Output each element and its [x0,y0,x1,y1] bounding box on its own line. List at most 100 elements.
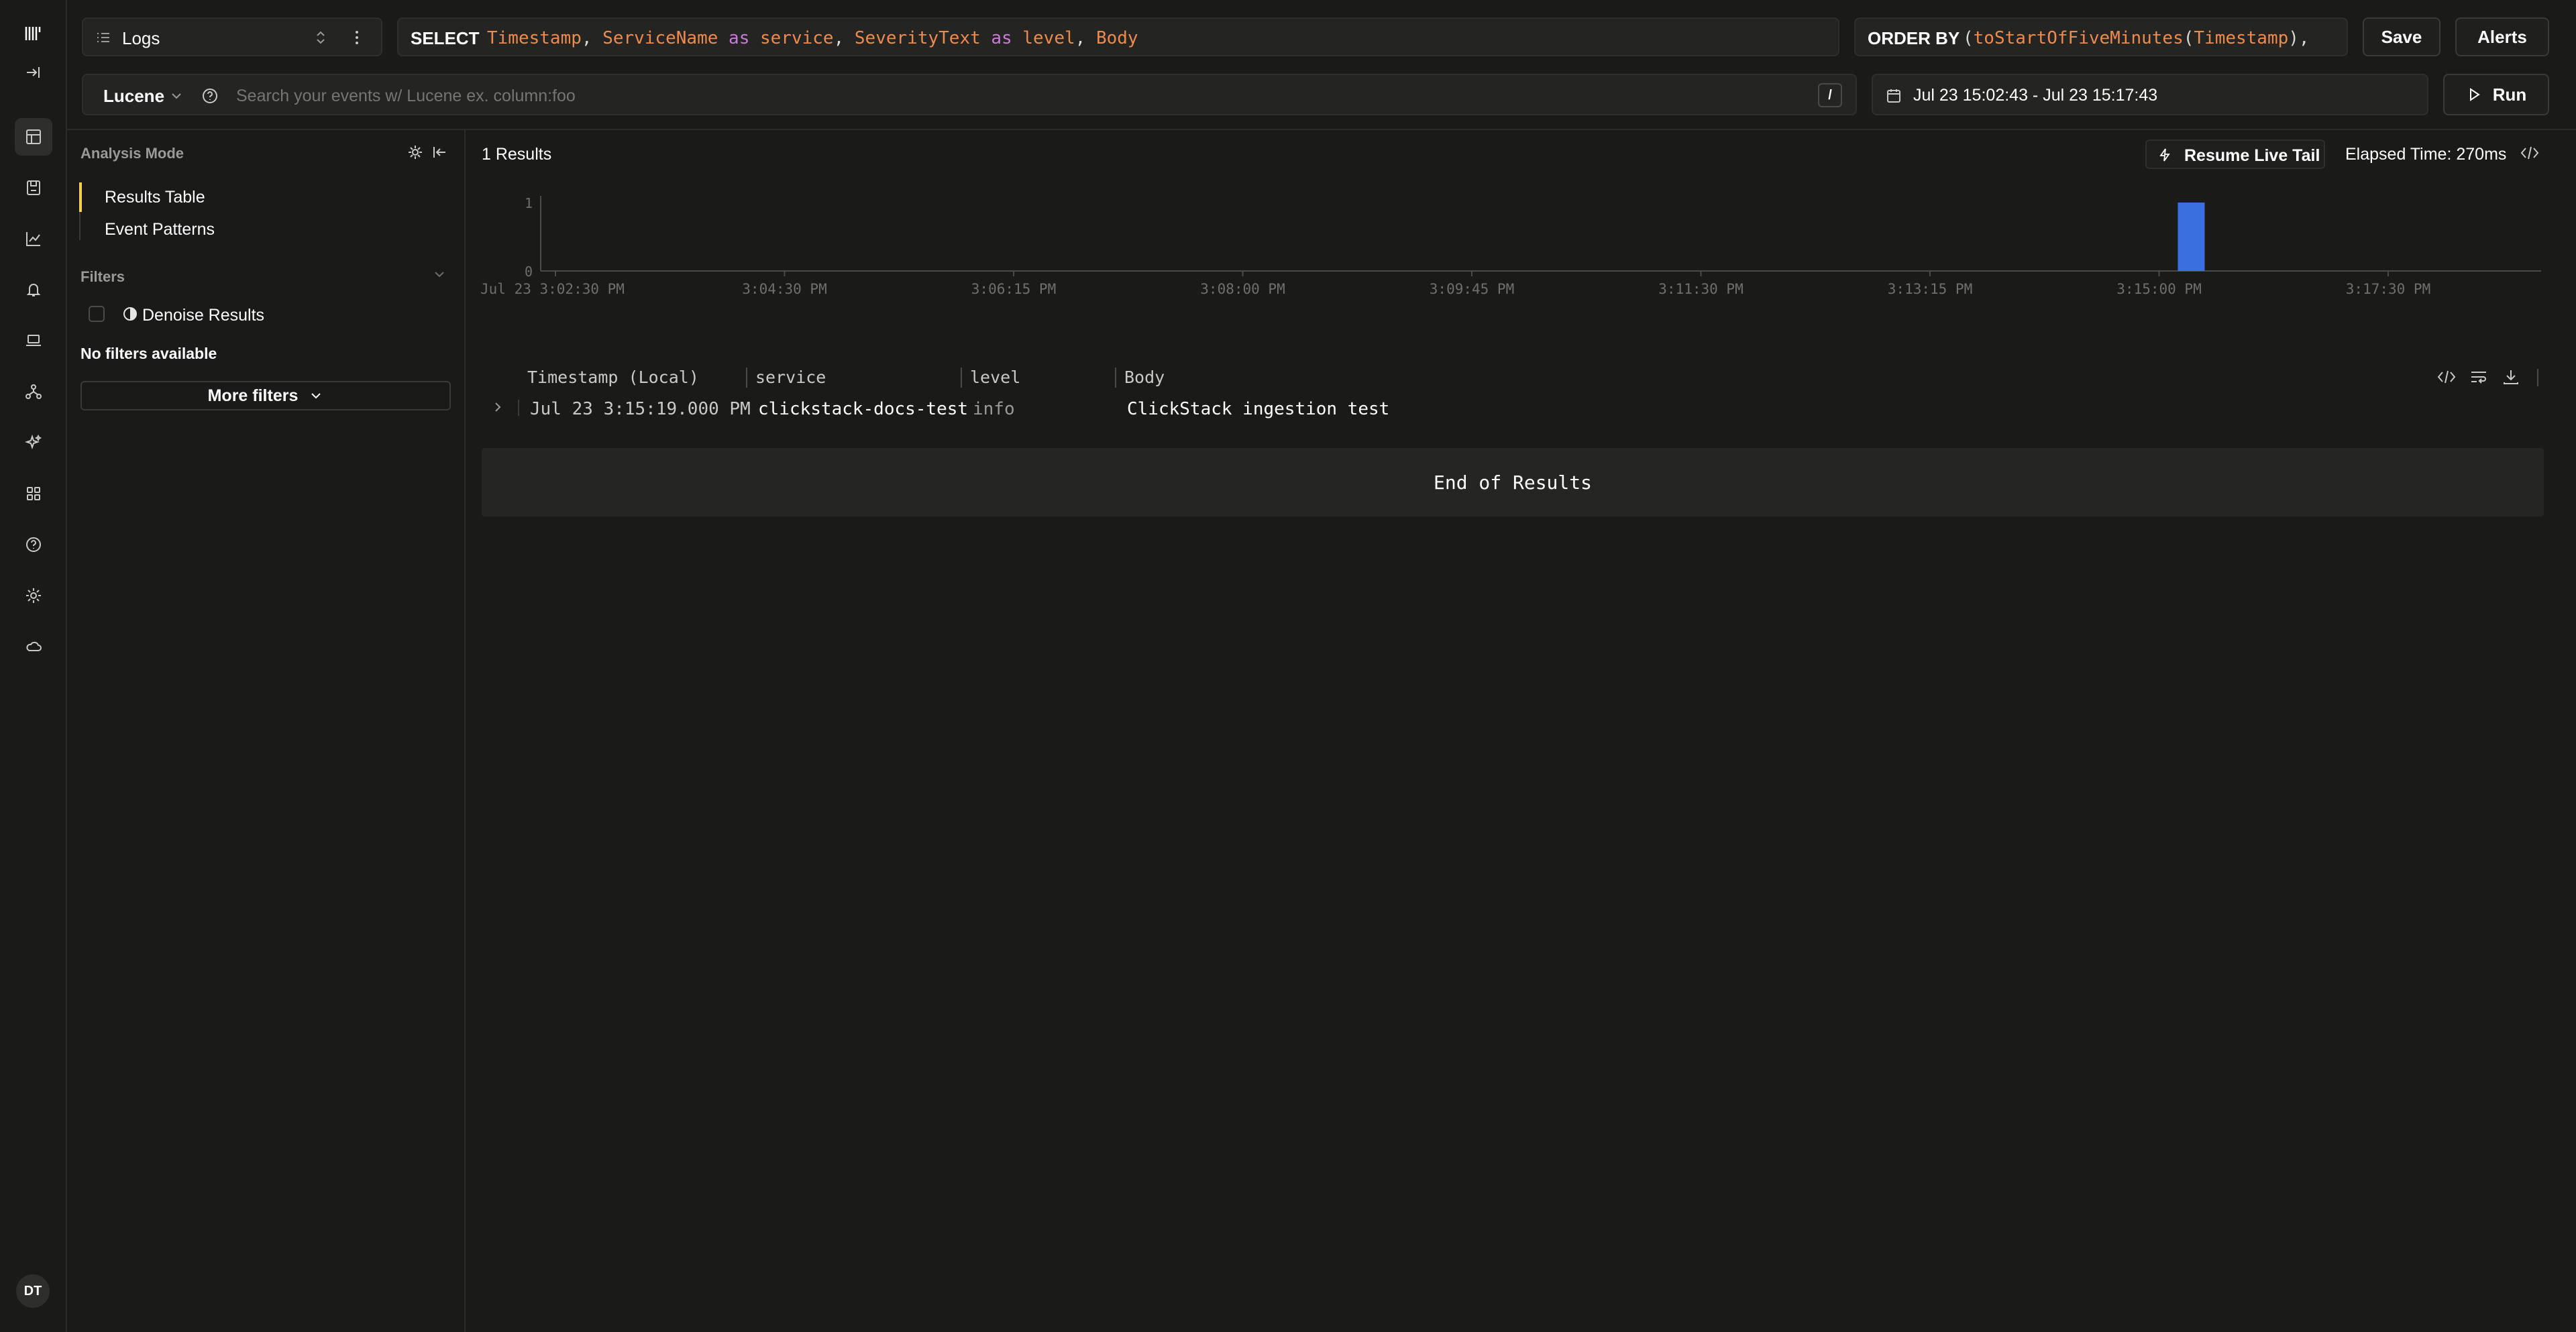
select-token: service [760,28,834,48]
y-tick-label: 1 [525,195,533,211]
source-selector[interactable]: Logs [82,17,382,56]
histogram-bar [2178,203,2205,271]
cell-timestamp: Jul 23 3:15:19.000 PM [530,399,751,419]
save-button[interactable]: Save [2363,17,2440,56]
nav-search-icon[interactable] [15,118,52,156]
nav-client-sessions-icon[interactable] [15,322,52,359]
end-of-results: End of Results [482,448,2544,516]
search-shortcut-badge: / [1818,83,1842,107]
contrast-icon [123,307,137,321]
search-input[interactable] [235,82,1801,110]
select-editor[interactable]: SELECT Timestamp, ServiceName as service… [397,17,1839,56]
sidebar: Analysis Mode Results Table Event Patter… [67,130,466,1332]
nav-saved-searches-icon[interactable] [15,169,52,207]
select-keyword: SELECT [411,28,480,48]
order-by-token: ( [1963,28,1974,48]
elapsed-time: Elapsed Time: 270ms [2345,145,2507,164]
order-by-token: ), [2288,28,2310,48]
cell-level: info [973,399,1015,419]
select-token: SeverityText [854,28,981,48]
clickstack-logo-icon[interactable] [15,15,52,52]
x-tick-label: 3:15:00 PM [2116,281,2201,297]
mode-track [79,212,80,240]
code-icon[interactable] [2436,368,2457,386]
help-circle-icon[interactable] [201,87,219,105]
user-avatar[interactable]: DT [16,1274,50,1308]
mode-event-patterns[interactable]: Event Patterns [105,220,215,239]
time-range-text: Jul 23 15:02:43 - Jul 23 15:17:43 [1913,86,2158,105]
play-icon [2469,88,2480,101]
nav-help-icon[interactable] [15,526,52,563]
no-filters-text: No filters available [80,345,217,362]
nav-dashboards-icon[interactable] [15,475,52,512]
gear-icon[interactable] [407,144,424,161]
order-by-token: Timestamp [2194,28,2289,48]
column-resizer[interactable] [1115,368,1116,388]
code-icon[interactable] [2520,144,2540,162]
resume-live-tail-button[interactable]: Resume Live Tail [2145,140,2325,169]
calendar-icon [1887,89,1900,103]
select-token: ServiceName [602,28,718,48]
filters-chevron-icon[interactable] [432,267,447,282]
x-tick-label: 3:13:15 PM [1888,281,1972,297]
x-tick-label: 3:11:30 PM [1658,281,1743,297]
query-language-select[interactable]: Lucene [103,86,164,107]
run-label: Run [2492,84,2527,105]
column-header-body[interactable]: Body [1124,368,1165,387]
column-resizer[interactable] [2537,369,2538,386]
denoise-checkbox[interactable] [89,306,105,322]
select-token: level [1022,28,1075,48]
select-token: as [980,28,1023,48]
select-token: , [581,28,603,48]
order-by-expression: (toStartOfFiveMinutes(Timestamp), [1963,28,2310,48]
list-icon [97,33,109,42]
select-expression: Timestamp, ServiceName as service, Sever… [487,28,1138,48]
row-divider [518,400,519,416]
filters-label: Filters [80,268,125,285]
x-tick-label: 3:06:15 PM [971,281,1056,297]
chevron-right-icon[interactable] [491,398,504,416]
order-by-keyword: ORDER BY [1868,28,1960,48]
nav-ai-sparkle-icon[interactable] [15,424,52,461]
run-button[interactable]: Run [2443,74,2549,115]
wrap-lines-icon[interactable] [2469,368,2489,386]
nav-rail: DT [0,0,67,1332]
search-bar: Lucene / [82,74,1857,115]
source-label: Logs [122,28,160,48]
nav-chart-explorer-icon[interactable] [15,220,52,258]
download-icon[interactable] [2501,368,2521,386]
selector-chevrons-icon [317,31,325,44]
more-filters-label: More filters [207,386,299,405]
nav-settings-icon[interactable] [15,577,52,614]
select-token: , [1075,28,1096,48]
time-range-picker[interactable]: Jul 23 15:02:43 - Jul 23 15:17:43 [1872,74,2428,115]
nav-alerts-icon[interactable] [15,271,52,309]
column-resizer[interactable] [961,368,962,388]
alerts-button[interactable]: Alerts [2455,17,2549,56]
mode-results-table[interactable]: Results Table [105,188,205,207]
nav-service-map-icon[interactable] [15,373,52,410]
lightning-icon [2159,148,2170,162]
column-resizer[interactable] [746,368,747,388]
select-token: Body [1095,28,1138,48]
source-menu-icon[interactable] [350,28,364,47]
order-by-token: ( [2183,28,2194,48]
expand-sidebar-icon[interactable] [15,54,52,91]
resume-live-tail-label: Resume Live Tail [2184,146,2320,165]
column-header-level[interactable]: level [970,368,1020,387]
active-mode-indicator [79,182,82,212]
more-filters-button[interactable]: More filters [80,381,451,410]
chevron-down-icon[interactable] [169,89,184,103]
cell-body: ClickStack ingestion test [1127,399,1390,419]
column-header-timestamp[interactable]: Timestamp (Local) [527,368,699,387]
cell-service: clickstack-docs-test [758,399,969,419]
order-by-token: toStartOfFiveMinutes [1973,28,2184,48]
y-tick-label: 0 [525,264,533,280]
collapse-sidebar-icon[interactable] [431,144,448,161]
nav-cloud-icon[interactable] [15,628,52,665]
order-by-editor[interactable]: ORDER BY (toStartOfFiveMinutes(Timestamp… [1854,17,2348,56]
analysis-mode-label: Analysis Mode [80,145,184,162]
x-tick-label: 3:08:00 PM [1200,281,1285,297]
column-header-service[interactable]: service [755,368,826,387]
x-tick-label: 3:09:45 PM [1430,281,1514,297]
